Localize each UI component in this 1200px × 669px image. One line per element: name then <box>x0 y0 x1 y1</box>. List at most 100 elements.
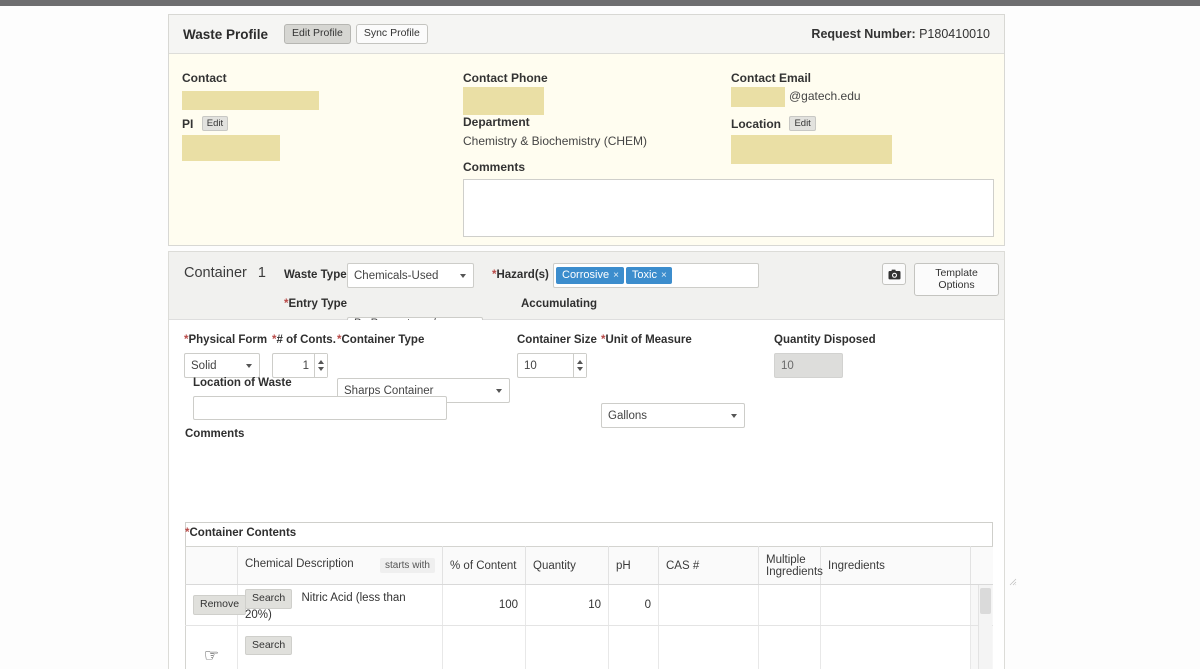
profile-comments-label: Comments <box>463 160 525 174</box>
cell-cas[interactable] <box>659 585 759 626</box>
location-label: Location <box>731 117 781 131</box>
cell-cas[interactable] <box>659 625 759 669</box>
cell-quantity[interactable]: 10 <box>526 585 609 626</box>
num-conts-label-text: # of Conts. <box>276 334 335 346</box>
cell-pct-content[interactable] <box>443 625 526 669</box>
num-conts-label: *# of Conts. <box>272 334 336 346</box>
location-edit-button[interactable]: Edit <box>789 116 815 131</box>
num-conts-value[interactable]: 1 <box>273 354 314 377</box>
cell-ph[interactable] <box>609 625 659 669</box>
cell-quantity[interactable] <box>526 625 609 669</box>
container-panel: Container 1 Waste Type Chemicals-Used *E… <box>168 251 1005 669</box>
camera-button[interactable] <box>882 263 906 285</box>
pi-value-redacted[interactable] <box>182 135 280 161</box>
chevron-down-icon <box>460 274 466 278</box>
container-size-stepper[interactable]: 10 <box>517 353 587 378</box>
department-label: Department <box>463 115 530 129</box>
physical-form-select[interactable]: Solid <box>184 353 260 378</box>
location-value-redacted[interactable] <box>731 135 892 164</box>
search-chemical-button[interactable]: Search <box>245 589 292 609</box>
container-size-label: Container Size <box>517 334 597 346</box>
entry-type-label-text: Entry Type <box>288 298 347 310</box>
contact-value-redacted[interactable] <box>182 91 319 110</box>
unit-of-measure-select[interactable]: Gallons <box>601 403 745 428</box>
col-scroll <box>971 547 994 585</box>
spinner-up-icon[interactable] <box>318 360 324 364</box>
contact-label: Contact <box>182 71 227 85</box>
quantity-disposed-label: Quantity Disposed <box>774 334 876 346</box>
spinner-down-icon[interactable] <box>577 367 583 371</box>
cell-ingredients[interactable] <box>821 625 971 669</box>
col-cas: CAS # <box>659 547 759 585</box>
location-of-waste-input[interactable] <box>193 396 447 420</box>
cell-actions: ☞ <box>186 625 238 669</box>
remove-row-button[interactable]: Remove <box>193 595 246 615</box>
spinner-down-icon[interactable] <box>318 367 324 371</box>
template-options-button[interactable]: Template Options <box>914 263 999 296</box>
sync-profile-button[interactable]: Sync Profile <box>356 24 428 44</box>
container-body: *Physical Form Solid *# of Conts. 1 *Con… <box>169 320 1004 669</box>
container-type-label-text: Container Type <box>341 334 424 346</box>
pointer-hand-icon: ☞ <box>204 646 219 665</box>
physical-form-label: *Physical Form <box>184 334 267 346</box>
page-root: Waste Profile Edit Profile Sync Profile … <box>0 6 1200 669</box>
hazard-tag-toxic[interactable]: Toxic × <box>626 267 672 284</box>
location-of-waste-label: Location of Waste <box>193 377 292 389</box>
waste-profile-body: Contact PI Edit Contact Phone Department… <box>169 54 1004 245</box>
search-chemical-button[interactable]: Search <box>245 636 292 656</box>
unit-of-measure-label: *Unit of Measure <box>601 334 692 346</box>
cell-pct-content[interactable]: 100 <box>443 585 526 626</box>
cell-ph[interactable]: 0 <box>609 585 659 626</box>
page-title: Waste Profile <box>183 27 268 42</box>
cell-chemical-description[interactable]: Search Nitric Acid (less than 20%) <box>238 585 443 626</box>
starts-with-badge[interactable]: starts with <box>380 558 435 573</box>
chevron-down-icon <box>731 414 737 418</box>
container-size-value[interactable]: 10 <box>518 354 573 377</box>
cell-ingredients[interactable] <box>821 585 971 626</box>
num-conts-stepper[interactable]: 1 <box>272 353 328 378</box>
waste-profile-panel: Waste Profile Edit Profile Sync Profile … <box>168 14 1005 246</box>
hazards-multiselect[interactable]: Corrosive × Toxic × <box>553 263 759 288</box>
contact-email-value-redacted[interactable] <box>731 87 785 107</box>
col-chemical-description: Chemical Description starts with <box>238 547 443 585</box>
edit-profile-button[interactable]: Edit Profile <box>284 24 351 44</box>
container-size-spinner[interactable] <box>573 354 586 377</box>
col-quantity: Quantity <box>526 547 609 585</box>
chevron-down-icon <box>496 389 502 393</box>
contact-phone-value-redacted[interactable] <box>463 87 544 115</box>
cell-actions: Remove <box>186 585 238 626</box>
pi-edit-button[interactable]: Edit <box>202 116 228 131</box>
cell-chemical-description[interactable]: Search <box>238 625 443 669</box>
col-ph: pH <box>609 547 659 585</box>
profile-comments-textarea[interactable] <box>463 179 994 237</box>
entry-type-label: *Entry Type <box>284 298 347 310</box>
spinner-up-icon[interactable] <box>577 360 583 364</box>
col-ingredients: Ingredients <box>821 547 971 585</box>
physical-form-label-text: Physical Form <box>188 334 267 346</box>
hazard-tag-corrosive[interactable]: Corrosive × <box>556 267 624 284</box>
waste-type-label: Waste Type <box>284 269 347 281</box>
table-header-row: Chemical Description starts with % of Co… <box>186 547 994 585</box>
table-scrollbar-thumb[interactable] <box>980 588 991 614</box>
request-number-label: Request Number: <box>811 27 915 41</box>
num-conts-spinner[interactable] <box>314 354 327 377</box>
col-pct-content: % of Content <box>443 547 526 585</box>
remove-tag-icon[interactable]: × <box>613 271 619 281</box>
container-contents-label: *Container Contents <box>185 527 296 539</box>
waste-type-select[interactable]: Chemicals-Used <box>347 263 474 288</box>
hazards-label-text: Hazard(s) <box>496 269 548 281</box>
remove-tag-icon[interactable]: × <box>661 271 667 281</box>
col-chemical-description-text: Chemical Description <box>245 558 354 570</box>
pi-label: PI <box>182 117 193 131</box>
profile-comments-wrap <box>463 179 1200 242</box>
quantity-disposed-value: 10 <box>774 353 843 378</box>
contact-phone-label: Contact Phone <box>463 71 548 85</box>
cell-multiple-ingredients[interactable] <box>759 625 821 669</box>
chevron-down-icon <box>246 364 252 368</box>
table-row[interactable]: Remove Search Nitric Acid (less than 20%… <box>186 585 994 626</box>
col-actions <box>186 547 238 585</box>
cell-multiple-ingredients[interactable] <box>759 585 821 626</box>
waste-profile-header: Waste Profile Edit Profile Sync Profile … <box>169 15 1004 54</box>
waste-type-value: Chemicals-Used <box>354 270 438 282</box>
table-row[interactable]: ☞ Search <box>186 625 994 669</box>
